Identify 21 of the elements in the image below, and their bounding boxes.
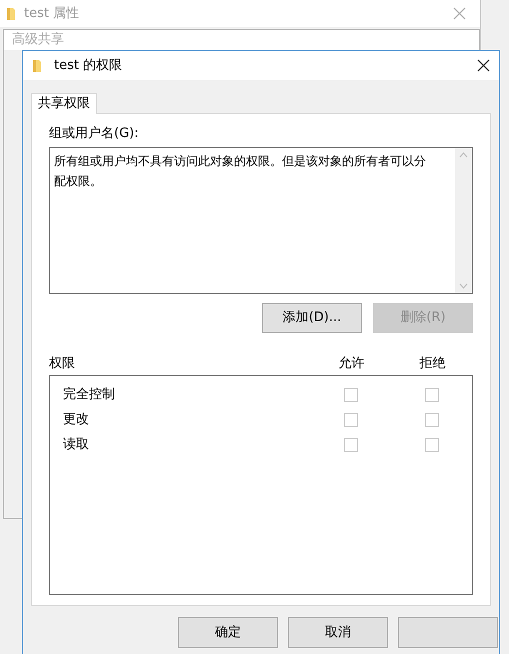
dialog-button[interactable]: 确定 bbox=[178, 617, 278, 648]
permission-name: 更改 bbox=[63, 410, 90, 429]
window-title: 高级共享 bbox=[12, 31, 65, 49]
window-title: test 属性 bbox=[24, 4, 80, 23]
message-text: 所有组或用户均不具有访问此对象的权限。但是该对象的所有者可以分配权限。 bbox=[53, 153, 427, 190]
add-button[interactable]: 添加(D)... bbox=[262, 303, 362, 333]
column-header: 拒绝 bbox=[418, 355, 446, 374]
permission-name: 完全控制 bbox=[63, 386, 116, 404]
list-box[interactable]: 所有组或用户均不具有访问此对象的权限。但是该对象的所有者可以分配权限。 bbox=[49, 147, 473, 294]
section-label: 权限 bbox=[49, 355, 76, 374]
folder-icon bbox=[32, 58, 42, 72]
close-icon[interactable] bbox=[477, 59, 490, 72]
field-label: 组或用户名(G): bbox=[49, 125, 140, 143]
permission-name: 读取 bbox=[63, 436, 90, 454]
column-header: 允许 bbox=[338, 355, 366, 374]
dialog-button[interactable]: 取消 bbox=[288, 617, 388, 648]
scrollbar[interactable] bbox=[455, 148, 472, 293]
dialog-button[interactable] bbox=[398, 617, 498, 648]
folder-icon bbox=[6, 6, 16, 20]
tab[interactable]: 共享权限 bbox=[31, 93, 97, 114]
window-title: test 的权限 bbox=[54, 56, 124, 75]
